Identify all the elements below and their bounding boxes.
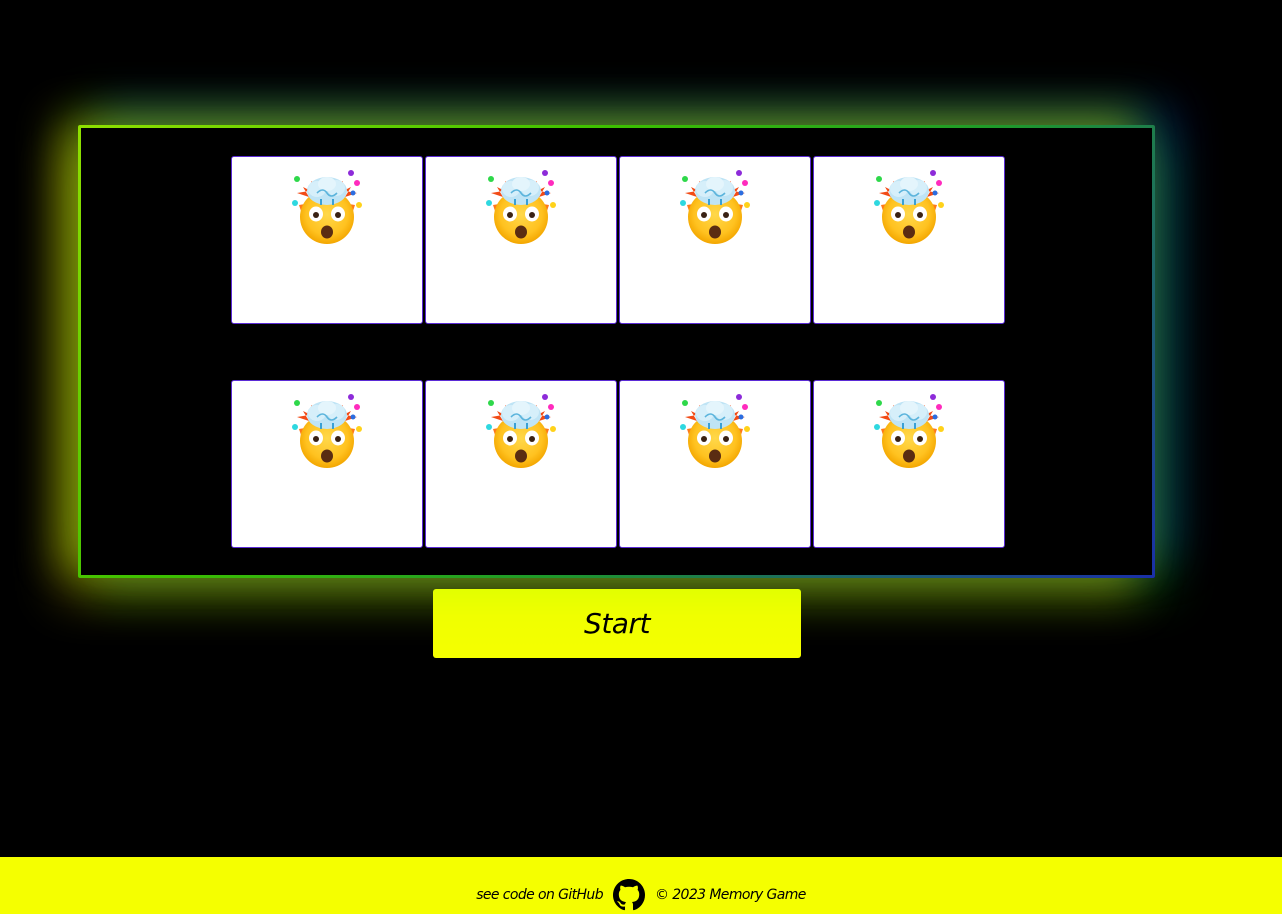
- footer-content: see code on GitHub © 2023 Memory Game: [476, 878, 806, 911]
- memory-card[interactable]: [619, 156, 811, 324]
- memory-card[interactable]: [425, 380, 617, 548]
- exploding-head-icon: [481, 167, 561, 251]
- footer: see code on GitHub © 2023 Memory Game: [0, 857, 1282, 914]
- memory-card[interactable]: [231, 156, 423, 324]
- memory-card[interactable]: [231, 380, 423, 548]
- exploding-head-icon: [869, 391, 949, 475]
- page: Start see code on GitHub © 2023 Memory G…: [0, 0, 1282, 914]
- github-icon[interactable]: [613, 878, 645, 911]
- memory-card[interactable]: [813, 156, 1005, 324]
- memory-card[interactable]: [425, 156, 617, 324]
- exploding-head-icon: [481, 391, 561, 475]
- start-button[interactable]: Start: [433, 589, 801, 658]
- exploding-head-icon: [675, 391, 755, 475]
- exploding-head-icon: [287, 167, 367, 251]
- exploding-head-icon: [287, 391, 367, 475]
- copyright-text: © 2023 Memory Game: [655, 886, 806, 903]
- memory-card[interactable]: [813, 380, 1005, 548]
- memory-card[interactable]: [619, 380, 811, 548]
- exploding-head-icon: [869, 167, 949, 251]
- exploding-head-icon: [675, 167, 755, 251]
- github-link[interactable]: see code on GitHub: [476, 887, 603, 903]
